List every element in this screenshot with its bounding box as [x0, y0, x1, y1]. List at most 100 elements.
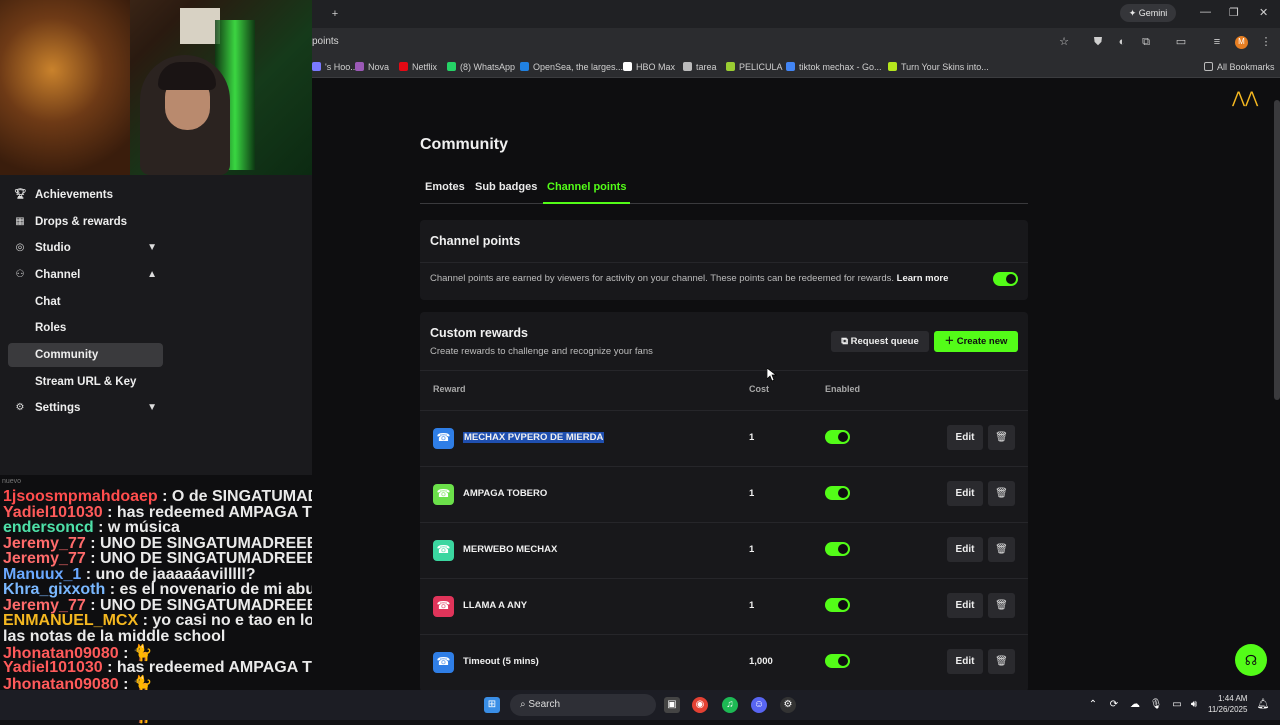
reward-enabled-toggle[interactable]	[825, 598, 850, 612]
gemini-button[interactable]: ✦ Gemini	[1120, 4, 1176, 22]
tray-sync-icon[interactable]: ⟳	[1106, 697, 1122, 713]
bookmark-item[interactable]: Netflix	[399, 56, 437, 78]
bookmark-label: OpenSea, the larges...	[533, 62, 624, 72]
bookmark-item[interactable]: tarea	[683, 56, 717, 78]
notification-icon[interactable]: 🔔︎	[1255, 697, 1271, 713]
discord-icon[interactable]: ☺	[751, 697, 767, 713]
chrome-icon[interactable]: ◉	[692, 697, 708, 713]
delete-trash-icon[interactable]: 🗑︎	[988, 425, 1015, 450]
spotify-icon[interactable]: ♫	[722, 697, 738, 713]
support-chat-button[interactable]: ☊	[1235, 644, 1267, 676]
reward-name: AMPAGA TOBERO	[463, 488, 548, 499]
scrollbar[interactable]	[1274, 100, 1280, 400]
reward-name: MECHAX PVPERO DE MIERDA	[463, 432, 605, 443]
kick-logo-icon[interactable]: ⋀⋀	[1232, 90, 1258, 108]
create-new-button[interactable]: ＋ Create new	[934, 331, 1018, 352]
taskbar-search[interactable]: ⌕ Search	[510, 694, 656, 716]
sidebar-item-channel[interactable]: ⚇ Channel ▲	[8, 263, 163, 287]
delete-trash-icon[interactable]: 🗑︎	[988, 649, 1015, 674]
bookmark-item[interactable]: (8) WhatsApp	[447, 56, 515, 78]
chat-username[interactable]: Jeremy_77	[3, 535, 86, 552]
search-icon: ⌕	[520, 699, 526, 710]
sidebar-item-achievements[interactable]: 🏆︎ Achievements	[8, 183, 163, 207]
delete-trash-icon[interactable]: 🗑︎	[988, 481, 1015, 506]
url-text[interactable]: points	[312, 36, 339, 47]
profile-avatar[interactable]: M	[1235, 36, 1248, 49]
delete-trash-icon[interactable]: 🗑︎	[988, 593, 1015, 618]
row-divider	[420, 634, 1028, 635]
media-icon[interactable]: ≡	[1211, 36, 1223, 48]
reward-enabled-toggle[interactable]	[825, 430, 850, 444]
chat-username[interactable]: Yadiel101030	[3, 504, 103, 521]
edit-button[interactable]: Edit	[947, 481, 983, 506]
reward-enabled-toggle[interactable]	[825, 486, 850, 500]
sidebar-item-roles[interactable]: Roles	[8, 316, 163, 340]
sidebar-item-settings[interactable]: ⚙ Settings ▼	[8, 396, 163, 420]
reward-enabled-toggle[interactable]	[825, 654, 850, 668]
edit-button[interactable]: Edit	[947, 537, 983, 562]
microphone-icon[interactable]: 🎙︎	[1148, 697, 1164, 713]
all-bookmarks[interactable]: All Bookmarks	[1204, 56, 1275, 78]
chat-username[interactable]: endersoncd	[3, 519, 94, 536]
row-divider	[420, 522, 1028, 523]
bookmark-star-icon[interactable]: ☆	[1058, 36, 1070, 48]
windows-start-icon[interactable]: ⊞	[484, 697, 500, 713]
new-tab-icon[interactable]: +	[329, 8, 341, 20]
tray-chevron-icon[interactable]: ⌃	[1085, 697, 1101, 713]
bookmark-item[interactable]: HBO Max	[623, 56, 675, 78]
tray-cloud-icon[interactable]: ☁	[1127, 697, 1143, 713]
tab-sub-badges[interactable]: Sub badges	[475, 181, 537, 193]
chat-username[interactable]: Manuux_1	[3, 566, 81, 583]
edit-button[interactable]: Edit	[947, 649, 983, 674]
gemini-label: Gemini	[1138, 8, 1168, 18]
chat-username[interactable]: Jeremy_77	[3, 597, 86, 614]
volume-icon[interactable]: 🔊︎	[1186, 697, 1202, 713]
reward-name: LLAMA A ANY	[463, 600, 528, 611]
sidebar-item-studio[interactable]: ◎ Studio ▼	[8, 236, 163, 260]
delete-trash-icon[interactable]: 🗑︎	[988, 537, 1015, 562]
search-label: Search	[528, 699, 561, 710]
task-view-icon[interactable]: ▣	[664, 697, 680, 713]
bookmark-favicon-icon	[683, 62, 692, 71]
app-icon[interactable]: ⚙	[780, 697, 796, 713]
sidebar-item-drops[interactable]: ▦ Drops & rewards	[8, 210, 163, 234]
minimize-icon[interactable]: —	[1200, 6, 1211, 18]
reward-enabled-toggle[interactable]	[825, 542, 850, 556]
request-queue-button[interactable]: ⧉ Request queue	[831, 331, 929, 352]
chat-username[interactable]: ENMANUEL_MCX	[3, 612, 138, 629]
chat-username[interactable]: Yadiel101030	[3, 659, 103, 676]
menu-icon[interactable]: ⋮	[1260, 36, 1272, 48]
edit-button[interactable]: Edit	[947, 425, 983, 450]
address-bar[interactable]	[312, 28, 1280, 56]
extension-icon[interactable]: ◐	[1116, 36, 1128, 48]
bookmark-favicon-icon	[355, 62, 364, 71]
cast-icon[interactable]: ▭	[1175, 36, 1187, 48]
bookmark-item[interactable]: 's Hoo...	[312, 56, 358, 78]
learn-more-link[interactable]: Learn more	[897, 273, 949, 284]
row-divider	[420, 578, 1028, 579]
bookmark-item[interactable]: Nova	[355, 56, 389, 78]
tab-channel-points[interactable]: Channel points	[547, 181, 626, 193]
channel-points-card	[420, 220, 1028, 300]
puzzle-icon[interactable]: ⧉	[1140, 36, 1152, 48]
chat-username[interactable]: 1jsoosmpmahdoaep	[3, 488, 158, 505]
edit-button[interactable]: Edit	[947, 593, 983, 618]
sidebar-item-chat[interactable]: Chat	[8, 290, 163, 314]
close-icon[interactable]: ✕	[1259, 6, 1268, 19]
sidebar-item-community[interactable]: Community	[8, 343, 163, 367]
maximize-icon[interactable]: ❐	[1229, 6, 1239, 19]
sidebar-item-stream-url[interactable]: Stream URL & Key	[8, 370, 163, 394]
shield-extension-icon[interactable]: ⛊	[1092, 36, 1104, 48]
chat-username[interactable]: Khra_gixxoth	[3, 581, 105, 598]
bookmark-item[interactable]: tiktok mechax - Go...	[786, 56, 882, 78]
bookmark-item[interactable]: PELICULA	[726, 56, 783, 78]
tab-emotes[interactable]: Emotes	[425, 181, 465, 193]
network-icon[interactable]: ▭	[1169, 697, 1185, 713]
chat-username[interactable]: Jeremy_77	[3, 550, 86, 567]
channel-points-toggle[interactable]	[993, 272, 1018, 286]
taskbar-clock[interactable]: 1:44 AM 11/26/2025	[1208, 693, 1247, 715]
cursor-arrow-icon	[767, 368, 777, 382]
external-link-icon: ⧉	[841, 336, 851, 347]
bookmark-item[interactable]: Turn Your Skins into...	[888, 56, 989, 78]
bookmark-item[interactable]: OpenSea, the larges...	[520, 56, 623, 78]
